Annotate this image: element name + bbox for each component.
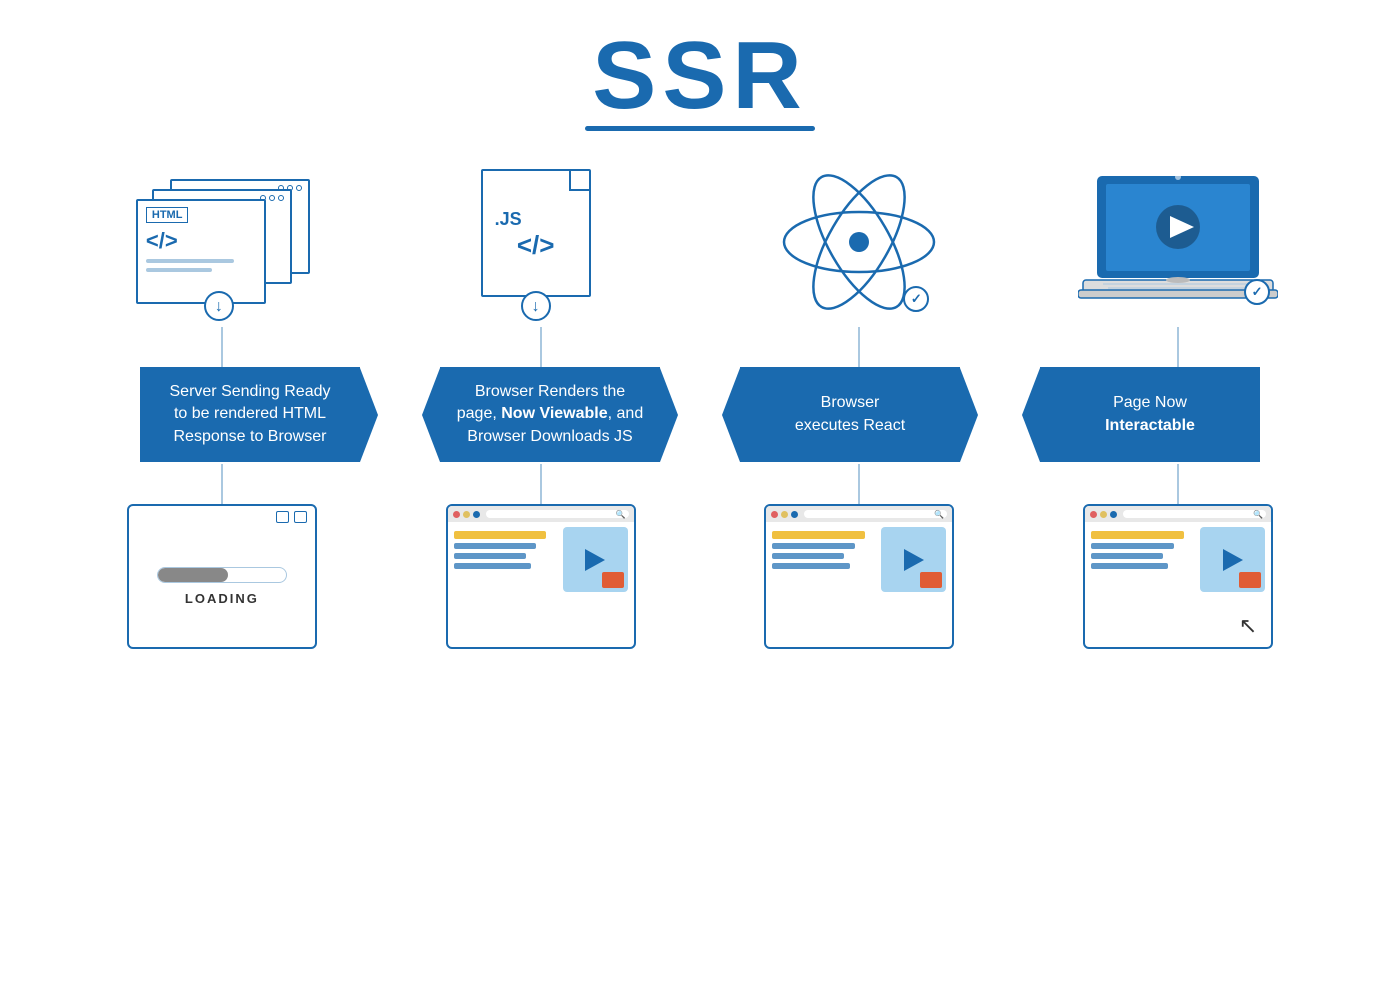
connectors-row1 xyxy=(100,327,1300,367)
col1-icon-container: HTML </> ↓ xyxy=(100,179,344,317)
col3-screen: 🔍 xyxy=(738,504,982,649)
label2-text: Browser Renders thepage, Now Viewable, a… xyxy=(457,383,643,445)
react-atom-icon: ✓ xyxy=(779,167,939,317)
loading-screen: LOADING xyxy=(127,504,317,649)
ssr-title: SSR xyxy=(585,28,815,124)
col4-icon-container: ✓ xyxy=(1056,172,1300,317)
download-arrow-1: ↓ xyxy=(204,291,234,321)
row-labels: Server Sending Readyto be rendered HTMLR… xyxy=(100,367,1300,462)
laptop-checkmark: ✓ xyxy=(1244,279,1270,305)
page-container: SSR xyxy=(0,0,1400,999)
title-section: SSR xyxy=(585,28,815,131)
label4-text: Page NowInteractable xyxy=(1105,394,1195,433)
main-diagram: HTML </> ↓ xyxy=(100,167,1300,649)
col4-screen: 🔍 xyxy=(1056,504,1300,649)
col3-icon-container: ✓ xyxy=(738,167,982,317)
col1-screen: LOADING xyxy=(100,504,344,649)
label-box-1: Server Sending Readyto be rendered HTMLR… xyxy=(140,367,360,462)
html-page-front: HTML </> xyxy=(136,199,266,304)
html-stack-icon: HTML </> ↓ xyxy=(132,179,312,309)
label-box-3: Browserexecutes React xyxy=(740,367,960,462)
browser-screen-2: 🔍 xyxy=(446,504,636,649)
row-icons: HTML </> ↓ xyxy=(100,167,1300,317)
col2-screen: 🔍 xyxy=(419,504,663,649)
laptop-icon: ✓ xyxy=(1078,172,1278,317)
label-box-4: Page NowInteractable xyxy=(1040,367,1260,462)
label3-text: Browserexecutes React xyxy=(795,394,905,433)
label-box-2: Browser Renders thepage, Now Viewable, a… xyxy=(440,367,660,462)
browser-screen-3: 🔍 xyxy=(764,504,954,649)
col2-icon-container: .JS </> ↓ xyxy=(419,169,663,317)
download-arrow-2: ↓ xyxy=(521,291,551,321)
cursor-icon: ↖ xyxy=(1239,615,1257,637)
browser-screen-4: 🔍 xyxy=(1083,504,1273,649)
loading-text: LOADING xyxy=(185,591,259,606)
label1-text: Server Sending Readyto be rendered HTMLR… xyxy=(170,383,331,445)
row-screens: LOADING 🔍 xyxy=(100,504,1300,649)
js-file-icon: .JS </> ↓ xyxy=(481,169,601,309)
connectors-row2 xyxy=(100,464,1300,504)
